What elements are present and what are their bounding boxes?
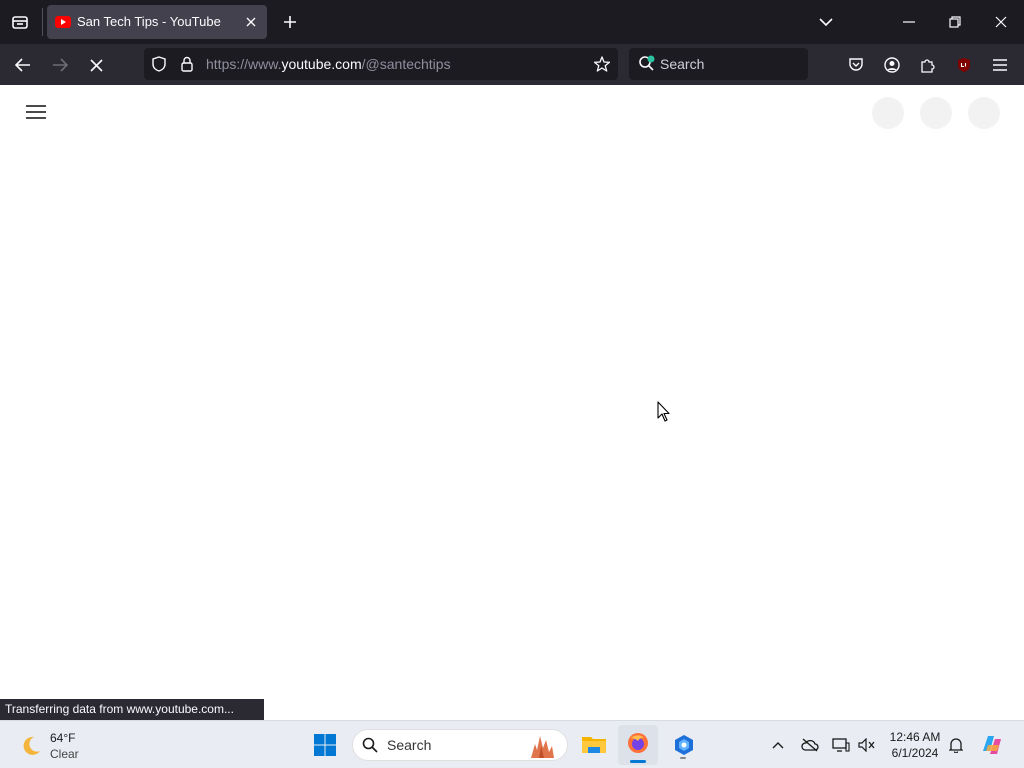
tab-strip: San Tech Tips - YouTube: [0, 0, 1024, 44]
tracking-protection-shield-icon[interactable]: [150, 55, 168, 73]
show-hidden-icons-chevron-icon[interactable]: [768, 735, 788, 755]
back-button[interactable]: [12, 54, 34, 76]
firefox-view-icon[interactable]: [8, 10, 32, 34]
taskbar-search-placeholder: Search: [387, 737, 432, 753]
moon-weather-icon: [18, 733, 44, 759]
minimize-window-icon[interactable]: [898, 12, 920, 32]
file-explorer-icon[interactable]: [580, 731, 608, 759]
weather-condition: Clear: [50, 747, 79, 761]
running-app-indicator: [680, 757, 686, 759]
tab-divider: [42, 8, 43, 36]
windows-taskbar: 64°F Clear Search 12:46 AM 6/1/2024: [0, 720, 1024, 768]
extensions-puzzle-icon[interactable]: [917, 54, 939, 76]
address-bar[interactable]: https://www.youtube.com/@santechtips: [144, 48, 618, 80]
search-bar[interactable]: Search: [629, 48, 808, 80]
mouse-cursor-icon: [657, 401, 671, 422]
list-all-tabs-icon[interactable]: [816, 12, 836, 32]
tab-youtube[interactable]: San Tech Tips - YouTube: [47, 5, 267, 39]
url-path: /@santechtips: [361, 56, 451, 72]
windows-start-button[interactable]: [312, 732, 338, 758]
app-menu-icon[interactable]: [989, 54, 1011, 76]
placeholder-circle: [920, 97, 952, 129]
weather-temp: 64°F: [50, 731, 76, 745]
active-app-indicator: [630, 760, 646, 763]
ublock-origin-icon[interactable]: [953, 54, 975, 76]
url-prefix: https://www.: [206, 56, 282, 72]
status-panel: Transferring data from www.youtube.com..…: [0, 699, 264, 720]
search-engine-icon[interactable]: [637, 54, 657, 74]
new-tab-button[interactable]: [280, 12, 300, 32]
search-icon: [361, 736, 379, 754]
account-icon[interactable]: [881, 54, 903, 76]
url-domain: youtube.com: [281, 56, 362, 72]
taskbar-search-box[interactable]: Search: [352, 729, 568, 761]
onedrive-offline-icon[interactable]: [800, 735, 820, 755]
youtube-favicon-icon: [55, 15, 71, 29]
navigation-toolbar: https://www.youtube.com/@santechtips Sea…: [0, 44, 1024, 85]
system-clock[interactable]: 12:46 AM 6/1/2024: [884, 729, 946, 763]
firefox-icon: [626, 731, 650, 755]
app-pinned-icon[interactable]: [670, 731, 698, 759]
placeholder-circle: [872, 97, 904, 129]
close-window-icon[interactable]: [990, 12, 1012, 32]
restore-window-icon[interactable]: [944, 12, 966, 32]
copilot-icon[interactable]: [978, 731, 1006, 759]
hamburger-menu-icon[interactable]: [24, 102, 48, 122]
url-text[interactable]: https://www.youtube.com/@santechtips: [206, 56, 451, 72]
firefox-taskbar-button[interactable]: [618, 725, 658, 765]
forward-button[interactable]: [49, 54, 71, 76]
youtube-page-loading: [0, 85, 1024, 720]
search-placeholder: Search: [660, 56, 705, 72]
weather-widget[interactable]: 64°F Clear: [16, 729, 116, 763]
placeholder-circle: [968, 97, 1000, 129]
close-tab-icon[interactable]: [243, 14, 259, 30]
lock-icon[interactable]: [178, 55, 196, 73]
display-network-icon[interactable]: [831, 735, 851, 755]
search-highlight-image-icon: [521, 732, 561, 758]
notification-bell-icon[interactable]: [946, 735, 966, 755]
bookmark-star-icon[interactable]: [593, 55, 611, 73]
tab-title: San Tech Tips - YouTube: [77, 14, 221, 29]
clock-date: 6/1/2024: [891, 746, 939, 760]
pocket-icon[interactable]: [845, 54, 867, 76]
clock-time: 12:46 AM: [889, 730, 941, 744]
volume-muted-icon[interactable]: [857, 735, 877, 755]
stop-loading-icon[interactable]: [85, 54, 107, 76]
